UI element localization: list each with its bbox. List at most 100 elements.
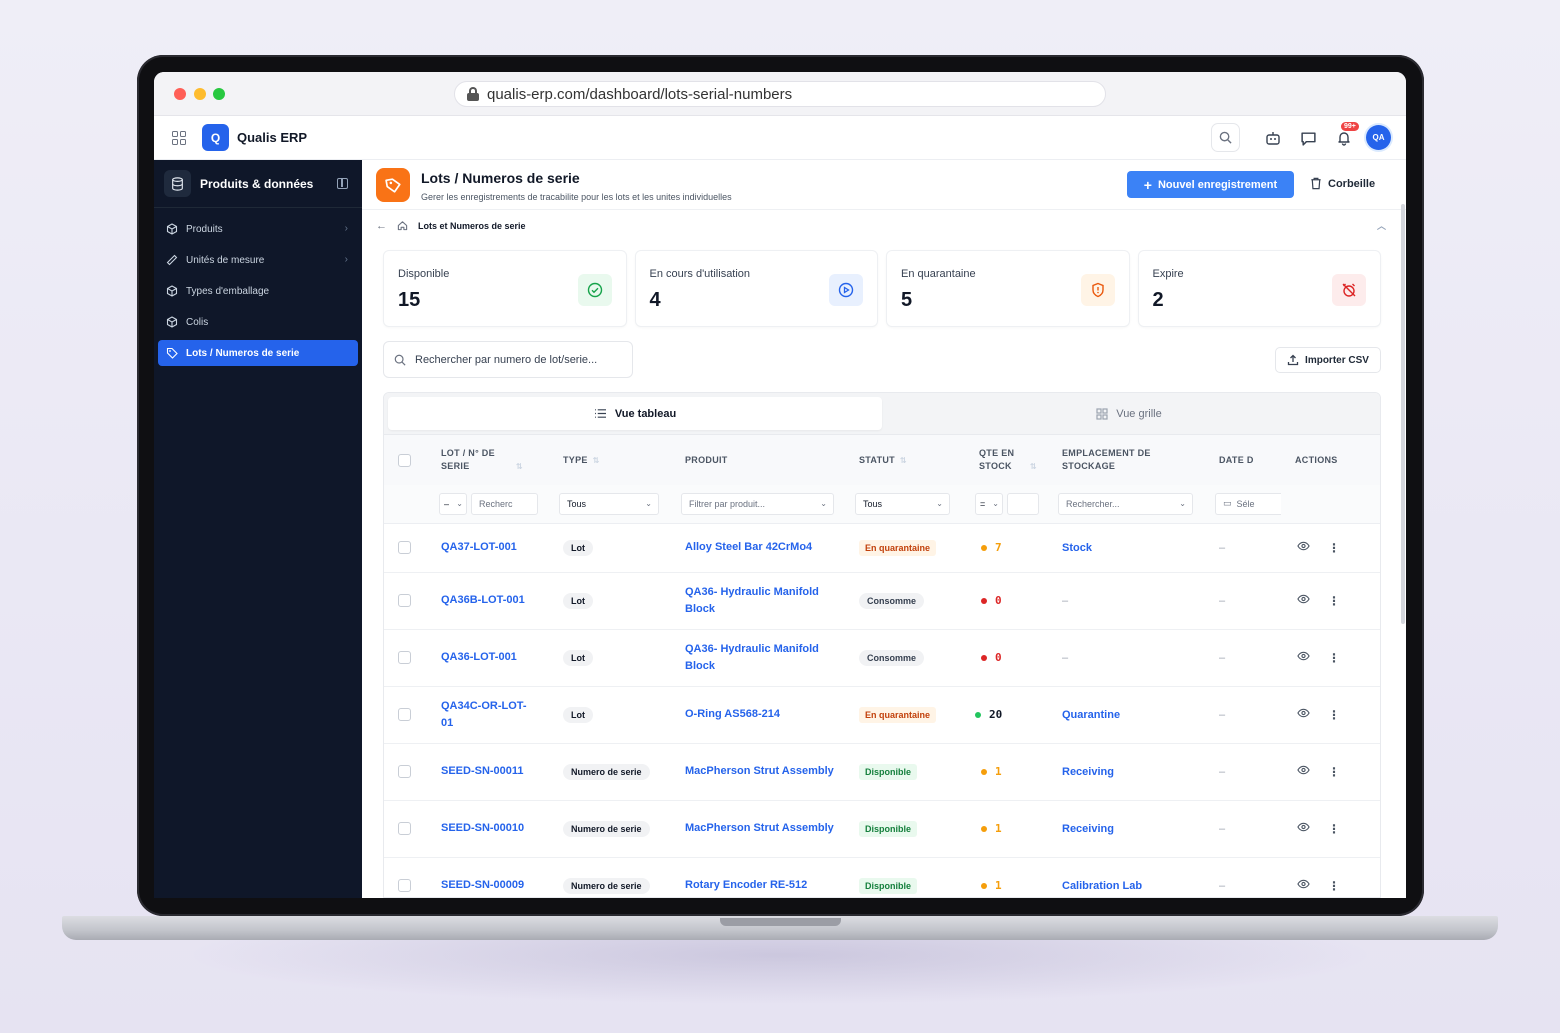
lot-link[interactable]: QA34C-OR-LOT-01 <box>441 698 531 732</box>
table-row[interactable]: SEED-SN-00009 Numero de serie Rotary Enc… <box>384 857 1380 897</box>
cell-lot: SEED-SN-00011 <box>427 743 549 801</box>
home-icon[interactable] <box>397 220 408 231</box>
lot-operator-select[interactable]: – ⌄ <box>439 492 467 515</box>
lot-link[interactable]: SEED-SN-00010 <box>441 820 549 837</box>
location-link[interactable]: Receiving <box>1062 823 1114 835</box>
sidebar-item-3[interactable]: Colis <box>158 309 358 335</box>
product-link[interactable]: QA36- Hydraulic Manifold Block <box>685 584 835 618</box>
search-input[interactable]: Rechercher par numero de lot/serie... <box>383 341 633 378</box>
product-link[interactable]: Alloy Steel Bar 42CrMo4 <box>685 539 835 556</box>
notifications-button[interactable] <box>1334 128 1354 148</box>
sidebar-item-2[interactable]: Types d'emballage <box>158 278 358 304</box>
select-all-checkbox[interactable] <box>398 453 411 467</box>
trash-button[interactable]: Corbeille <box>1310 177 1375 190</box>
eye-icon[interactable] <box>1297 879 1310 892</box>
lot-link[interactable]: QA36-LOT-001 <box>441 649 549 666</box>
header-qty[interactable]: QTE EN STOCK ⇅ <box>965 435 1048 485</box>
qty-operator-select[interactable]: = ⌄ <box>975 492 1003 515</box>
apps-grid-icon[interactable] <box>172 131 186 145</box>
tab-table-view[interactable]: Vue tableau <box>388 397 882 430</box>
table-row[interactable]: SEED-SN-00011 Numero de serie MacPherson… <box>384 743 1380 801</box>
type-filter-select[interactable]: Tous ⌄ <box>559 492 659 515</box>
row-checkbox[interactable] <box>398 765 411 778</box>
stat-card[interactable]: Disponible 15 <box>383 250 627 327</box>
more-vertical-icon[interactable]: ⋮ <box>1328 652 1340 664</box>
eye-icon[interactable] <box>1297 594 1310 607</box>
product-filter-select[interactable]: Filtrer par produit... ⌄ <box>681 492 834 515</box>
qty-value: 0 <box>981 594 1048 607</box>
row-checkbox[interactable] <box>398 822 411 835</box>
chevron-up-icon[interactable]: ︿ <box>1377 219 1386 232</box>
table-row[interactable]: SEED-SN-00010 Numero de serie MacPherson… <box>384 800 1380 858</box>
eye-icon[interactable] <box>1297 651 1310 664</box>
stat-card[interactable]: En quarantaine 5 <box>886 250 1130 327</box>
table-row[interactable]: QA34C-OR-LOT-01 Lot O-Ring AS568-214 En … <box>384 686 1380 744</box>
more-vertical-icon[interactable]: ⋮ <box>1328 595 1340 607</box>
product-link[interactable]: Rotary Encoder RE-512 <box>685 877 835 894</box>
qty-filter-input[interactable] <box>1007 492 1039 515</box>
stat-value: 4 <box>649 289 661 311</box>
sidebar-item-1[interactable]: Unités de mesure › <box>158 247 358 273</box>
filter-cell-location: Rechercher... ⌄ <box>1048 485 1205 524</box>
product-link[interactable]: QA36- Hydraulic Manifold Block <box>685 641 835 675</box>
location-link[interactable]: Quarantine <box>1062 709 1120 721</box>
table-row[interactable]: QA36B-LOT-001 Lot QA36- Hydraulic Manifo… <box>384 572 1380 630</box>
row-checkbox[interactable] <box>398 651 411 664</box>
lot-link[interactable]: SEED-SN-00011 <box>441 763 549 780</box>
location-link[interactable]: Receiving <box>1062 766 1114 778</box>
row-checkbox[interactable] <box>398 541 411 554</box>
row-checkbox[interactable] <box>398 708 411 721</box>
back-arrow-icon[interactable]: ← <box>376 220 387 232</box>
more-vertical-icon[interactable]: ⋮ <box>1328 542 1340 554</box>
eye-icon[interactable] <box>1297 541 1310 554</box>
location-link[interactable]: Calibration Lab <box>1062 880 1142 892</box>
eye-icon[interactable] <box>1297 708 1310 721</box>
sidebar-item-4[interactable]: Lots / Numeros de serie <box>158 340 358 366</box>
location-link[interactable]: Stock <box>1062 542 1092 554</box>
row-checkbox[interactable] <box>398 879 411 892</box>
eye-icon[interactable] <box>1297 765 1310 778</box>
lot-filter-input[interactable]: Recherc <box>471 492 538 515</box>
stat-card[interactable]: Expire 2 <box>1137 250 1381 327</box>
header-type[interactable]: TYPE ⇅ <box>549 435 671 485</box>
close-window-dot[interactable] <box>174 88 186 100</box>
tab-grid-view[interactable]: Vue grille <box>882 397 1376 430</box>
address-bar[interactable]: qualis-erp.com/dashboard/lots-serial-num… <box>454 81 1106 107</box>
lot-link[interactable]: QA37-LOT-001 <box>441 539 549 556</box>
lot-link[interactable]: SEED-SN-00009 <box>441 877 549 894</box>
location-filter-select[interactable]: Rechercher... ⌄ <box>1058 492 1193 515</box>
lot-link[interactable]: QA36B-LOT-001 <box>441 592 549 609</box>
bot-button[interactable] <box>1263 128 1283 148</box>
product-link[interactable]: O-Ring AS568-214 <box>685 706 835 723</box>
stat-card[interactable]: En cours d'utilisation 4 <box>634 250 878 327</box>
page-scrollbar[interactable] <box>1401 204 1405 624</box>
date-filter-input[interactable]: ▭ Séle <box>1215 492 1281 515</box>
avatar[interactable]: QA <box>1366 125 1391 150</box>
sidebar-item-0[interactable]: Produits › <box>158 216 358 242</box>
collapse-sidebar-icon[interactable] <box>337 178 348 189</box>
table-row[interactable]: QA36-LOT-001 Lot QA36- Hydraulic Manifol… <box>384 629 1380 687</box>
more-vertical-icon[interactable]: ⋮ <box>1328 880 1340 892</box>
box-icon <box>166 223 178 235</box>
sort-icon: ⇅ <box>592 455 600 465</box>
more-vertical-icon[interactable]: ⋮ <box>1328 709 1340 721</box>
table-row[interactable]: QA37-LOT-001 Lot Alloy Steel Bar 42CrMo4… <box>384 523 1380 573</box>
maximize-window-dot[interactable] <box>213 88 225 100</box>
status-filter-select[interactable]: Tous ⌄ <box>855 492 950 515</box>
import-csv-button[interactable]: Importer CSV <box>1275 347 1381 373</box>
eye-icon[interactable] <box>1297 822 1310 835</box>
search-button[interactable] <box>1211 123 1240 152</box>
messages-button[interactable] <box>1298 128 1318 148</box>
product-link[interactable]: MacPherson Strut Assembly <box>685 763 835 780</box>
minimize-window-dot[interactable] <box>194 88 206 100</box>
cell-select <box>384 800 427 858</box>
chevron-down-icon: ⌄ <box>992 498 999 508</box>
header-lot[interactable]: LOT / N° DE SERIE ⇅ <box>427 435 549 485</box>
header-status[interactable]: STATUT ⇅ <box>845 435 965 485</box>
more-vertical-icon[interactable]: ⋮ <box>1328 766 1340 778</box>
cell-product: O-Ring AS568-214 <box>671 686 845 744</box>
product-link[interactable]: MacPherson Strut Assembly <box>685 820 835 837</box>
new-record-button[interactable]: + Nouvel enregistrement <box>1127 171 1294 198</box>
more-vertical-icon[interactable]: ⋮ <box>1328 823 1340 835</box>
row-checkbox[interactable] <box>398 594 411 607</box>
